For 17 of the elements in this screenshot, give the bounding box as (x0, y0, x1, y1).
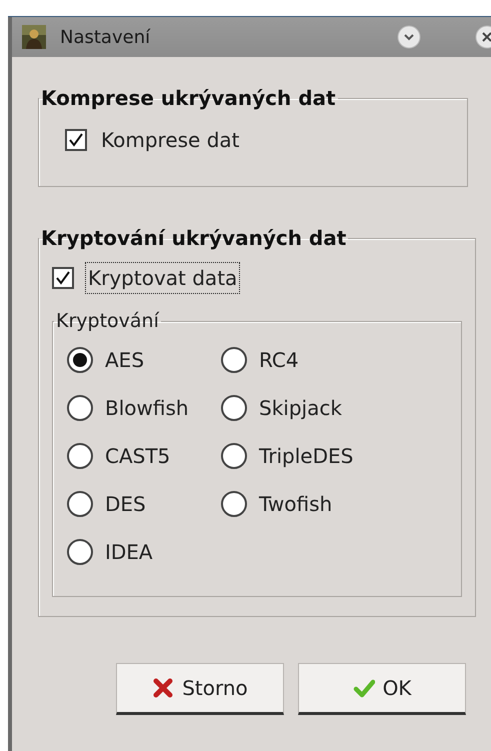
group-title: Kryptování ukrývaných dat (40, 225, 348, 252)
radio-label[interactable]: AES (105, 344, 144, 374)
radio-label[interactable]: Blowfish (105, 392, 189, 422)
window-title: Nastavení (60, 26, 150, 50)
radio-label[interactable]: DES (105, 488, 146, 518)
radio-label[interactable]: TripleDES (259, 440, 354, 470)
dialog-button[interactable]: Storno (116, 663, 284, 715)
checkbox-label[interactable]: Kryptovat data (86, 263, 240, 293)
group-title: Kryptování (55, 309, 160, 334)
radio-label[interactable]: Skipjack (259, 392, 342, 422)
radio-label[interactable]: Twofish (259, 488, 332, 518)
checkbox-label[interactable]: Komprese dat (99, 125, 242, 155)
group-title: Komprese ukrývaných dat (40, 85, 337, 112)
radio-label[interactable]: RC4 (259, 344, 299, 374)
radio-label[interactable]: IDEA (105, 536, 153, 566)
radio-label[interactable]: CAST5 (105, 440, 170, 470)
dialog-button[interactable]: OK (298, 663, 466, 715)
